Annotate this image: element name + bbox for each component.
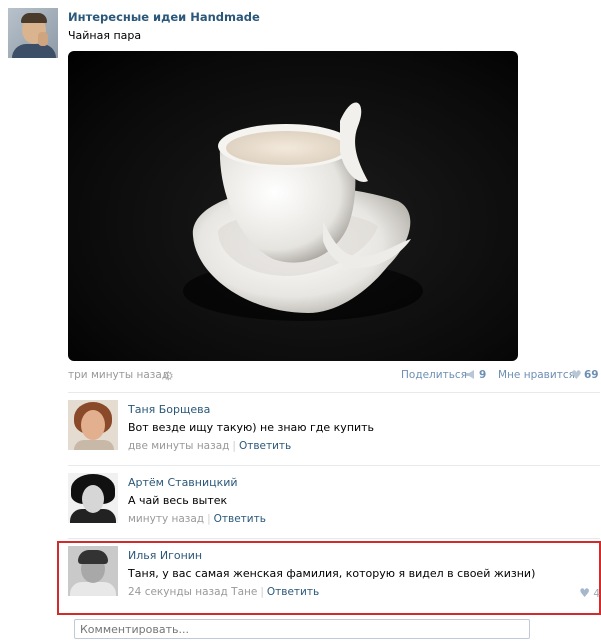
divider (68, 392, 600, 393)
commenter-avatar[interactable] (68, 546, 118, 596)
separator: | (260, 586, 264, 598)
group-name-link[interactable]: Интересные идеи Handmade (68, 10, 260, 24)
comment-author[interactable]: Артём Ставницкий (128, 476, 238, 489)
teacup-illustration (183, 102, 423, 321)
comment-item-highlighted: Илья Игонин Таня, у вас самая женская фа… (68, 546, 600, 602)
post-photo[interactable] (68, 51, 518, 361)
comment-text: А чай весь вытек (128, 494, 228, 507)
reply-link[interactable]: Ответить (214, 513, 266, 525)
comment-text: Вот везде ищу такую) не знаю где купить (128, 421, 375, 434)
comment-time[interactable]: минуту назад (128, 513, 204, 525)
comment-item: Артём Ставницкий А чай весь вытек минуту… (68, 473, 600, 529)
comment-time[interactable]: 24 секунды назад Тане (128, 586, 257, 598)
commenter-avatar[interactable] (68, 473, 118, 523)
comment-meta: 24 секунды назад Тане | Ответить (128, 586, 319, 598)
comment-like[interactable]: ♥ 4 (579, 586, 600, 600)
reply-link[interactable]: Ответить (267, 586, 319, 598)
separator: | (232, 440, 236, 452)
comment-meta: минуту назад | Ответить (128, 513, 266, 525)
post-avatar[interactable] (8, 8, 58, 58)
divider (68, 465, 600, 466)
post-text: Чайная пара (68, 29, 142, 42)
comment-author[interactable]: Таня Борщева (128, 403, 210, 416)
separator: | (207, 513, 211, 525)
comment-meta: две минуты назад | Ответить (128, 440, 291, 452)
divider (68, 538, 600, 539)
like-count: 69 (584, 369, 599, 381)
like-button[interactable]: Мне нравится (498, 369, 575, 381)
comment-author[interactable]: Илья Игонин (128, 549, 202, 562)
gear-icon[interactable]: ⚙ (163, 369, 174, 383)
commenter-avatar[interactable] (68, 400, 118, 450)
heart-icon[interactable]: ♥ (579, 586, 590, 600)
comment-like-count: 4 (593, 588, 600, 600)
comment-input[interactable] (74, 619, 530, 639)
heart-icon[interactable]: ♥ (571, 368, 582, 382)
megaphone-icon[interactable] (465, 369, 477, 383)
comment-item: Таня Борщева Вот везде ищу такую) не зна… (68, 400, 600, 456)
reply-link[interactable]: Ответить (239, 440, 291, 452)
post-time[interactable]: три минуты назад (68, 369, 169, 381)
comment-time[interactable]: две минуты назад (128, 440, 229, 452)
share-button[interactable]: Поделиться (401, 369, 467, 381)
post-meta: три минуты назад ⚙ Поделиться 9 Мне нрав… (68, 368, 600, 385)
share-count: 9 (479, 369, 487, 381)
comment-text: Таня, у вас самая женская фамилия, котор… (128, 567, 536, 580)
